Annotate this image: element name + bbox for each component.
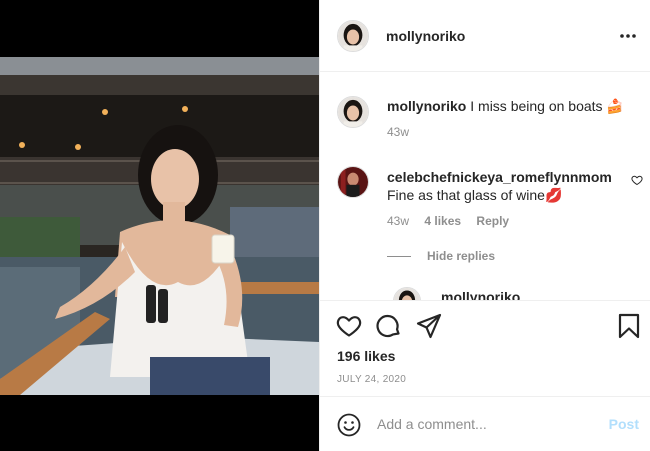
author-username[interactable]: mollynoriko <box>386 28 465 44</box>
author-avatar[interactable] <box>337 19 369 52</box>
caption-meta: 43w <box>387 123 627 141</box>
comment-text: Fine as that glass of wine💋 <box>387 187 563 203</box>
comment-time[interactable]: 43w <box>387 214 409 228</box>
emoji-icon[interactable] <box>337 413 361 437</box>
comment-likes[interactable]: 4 likes <box>424 214 461 228</box>
avatar-image <box>338 20 368 51</box>
reply-avatar[interactable] <box>393 287 421 300</box>
more-horizontal-icon[interactable] <box>619 28 637 44</box>
avatar-image <box>338 97 368 127</box>
comment-body: celebchefnickeya_romeflynnmom Fine as th… <box>387 168 627 230</box>
post-media-pane <box>0 0 319 451</box>
caption-body: mollynoriko I miss being on boats 🍰 43w <box>387 97 627 141</box>
hide-replies-toggle[interactable]: Hide replies <box>387 249 495 263</box>
post-details-pane: mollynoriko mollynoriko I miss being on … <box>319 0 650 451</box>
replies-divider-line <box>387 255 411 257</box>
heart-icon[interactable] <box>336 313 362 339</box>
likes-count[interactable]: 196 likes <box>337 348 395 364</box>
comment-like-heart-icon[interactable] <box>631 174 643 186</box>
bookmark-icon[interactable] <box>616 313 642 339</box>
hide-replies-label: Hide replies <box>427 249 496 263</box>
reply-username[interactable]: mollynoriko <box>441 289 520 300</box>
post-photo[interactable] <box>0 57 319 395</box>
add-comment-bar: Post <box>320 396 650 451</box>
post-photo-image <box>0 57 319 395</box>
comment-input[interactable] <box>377 414 597 434</box>
caption-avatar[interactable] <box>337 96 369 128</box>
post-comment-button[interactable]: Post <box>609 416 639 432</box>
commenter-avatar[interactable] <box>337 166 369 198</box>
post-date[interactable]: JULY 24, 2020 <box>337 374 406 385</box>
avatar-image <box>394 288 420 300</box>
comment-meta: 43w 4 likes Reply <box>387 212 627 230</box>
caption-text: I miss being on boats 🍰 <box>470 98 624 114</box>
comments-list[interactable]: mollynoriko I miss being on boats 🍰 43w … <box>320 73 650 300</box>
post-actions: 196 likes JULY 24, 2020 <box>320 300 650 396</box>
comment-icon[interactable] <box>376 313 402 339</box>
share-icon[interactable] <box>416 313 442 339</box>
avatar-image <box>338 167 368 197</box>
post-header: mollynoriko <box>320 0 650 72</box>
comment-username[interactable]: celebchefnickeya_romeflynnmom <box>387 168 627 186</box>
caption-time[interactable]: 43w <box>387 125 409 139</box>
caption-username[interactable]: mollynoriko <box>387 98 466 114</box>
reply-button[interactable]: Reply <box>476 214 509 228</box>
